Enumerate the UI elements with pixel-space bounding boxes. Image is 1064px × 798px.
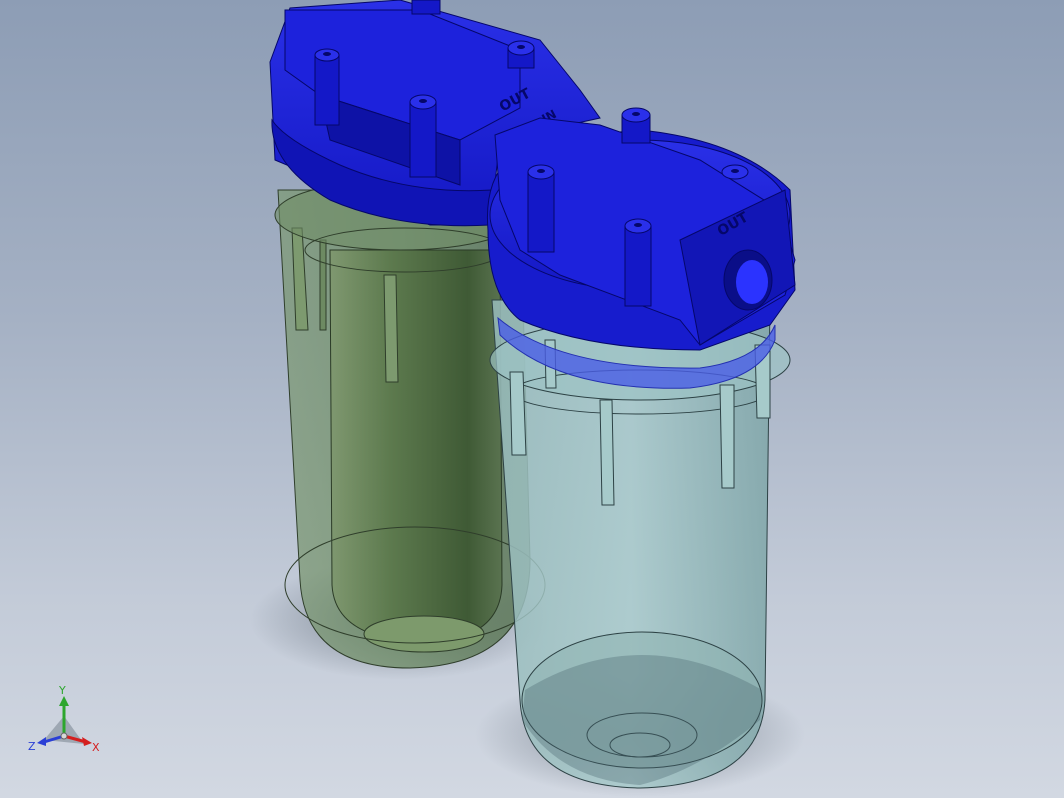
triad-x-label: X	[92, 741, 100, 754]
left-cartridge-end-cap	[363, 615, 485, 653]
cad-graphics-viewport[interactable]: OUT IN OUT Y X Z	[0, 0, 1064, 798]
left-head-boss	[411, 0, 441, 15]
triad-x-arrow	[82, 737, 92, 746]
filter-assembly-model[interactable]: OUT IN OUT	[0, 0, 1064, 798]
right-head-boss	[624, 218, 652, 307]
right-housing-rib	[599, 399, 615, 506]
left-head-boss	[507, 40, 535, 69]
triad-y-label: Y	[58, 684, 66, 697]
triad-y-arrow	[59, 696, 69, 706]
triad-z-arrow	[37, 737, 46, 746]
right-head-boss	[527, 164, 555, 253]
triad-z-label: Z	[28, 740, 36, 753]
right-housing-rib	[509, 371, 527, 456]
right-head-boss	[621, 107, 651, 144]
left-head-boss	[314, 48, 340, 126]
left-housing-rib	[319, 239, 327, 331]
right-outlet-port-bore	[736, 260, 768, 304]
triad-origin	[60, 732, 68, 740]
right-head-boss	[721, 164, 749, 180]
left-filter-cartridge	[329, 249, 503, 643]
left-head-boss	[409, 94, 437, 178]
left-housing-rib	[383, 274, 399, 383]
right-filter[interactable]: OUT	[486, 107, 796, 789]
right-housing-rib	[719, 384, 735, 489]
view-orientation-triad[interactable]: Y X Z	[26, 684, 106, 754]
